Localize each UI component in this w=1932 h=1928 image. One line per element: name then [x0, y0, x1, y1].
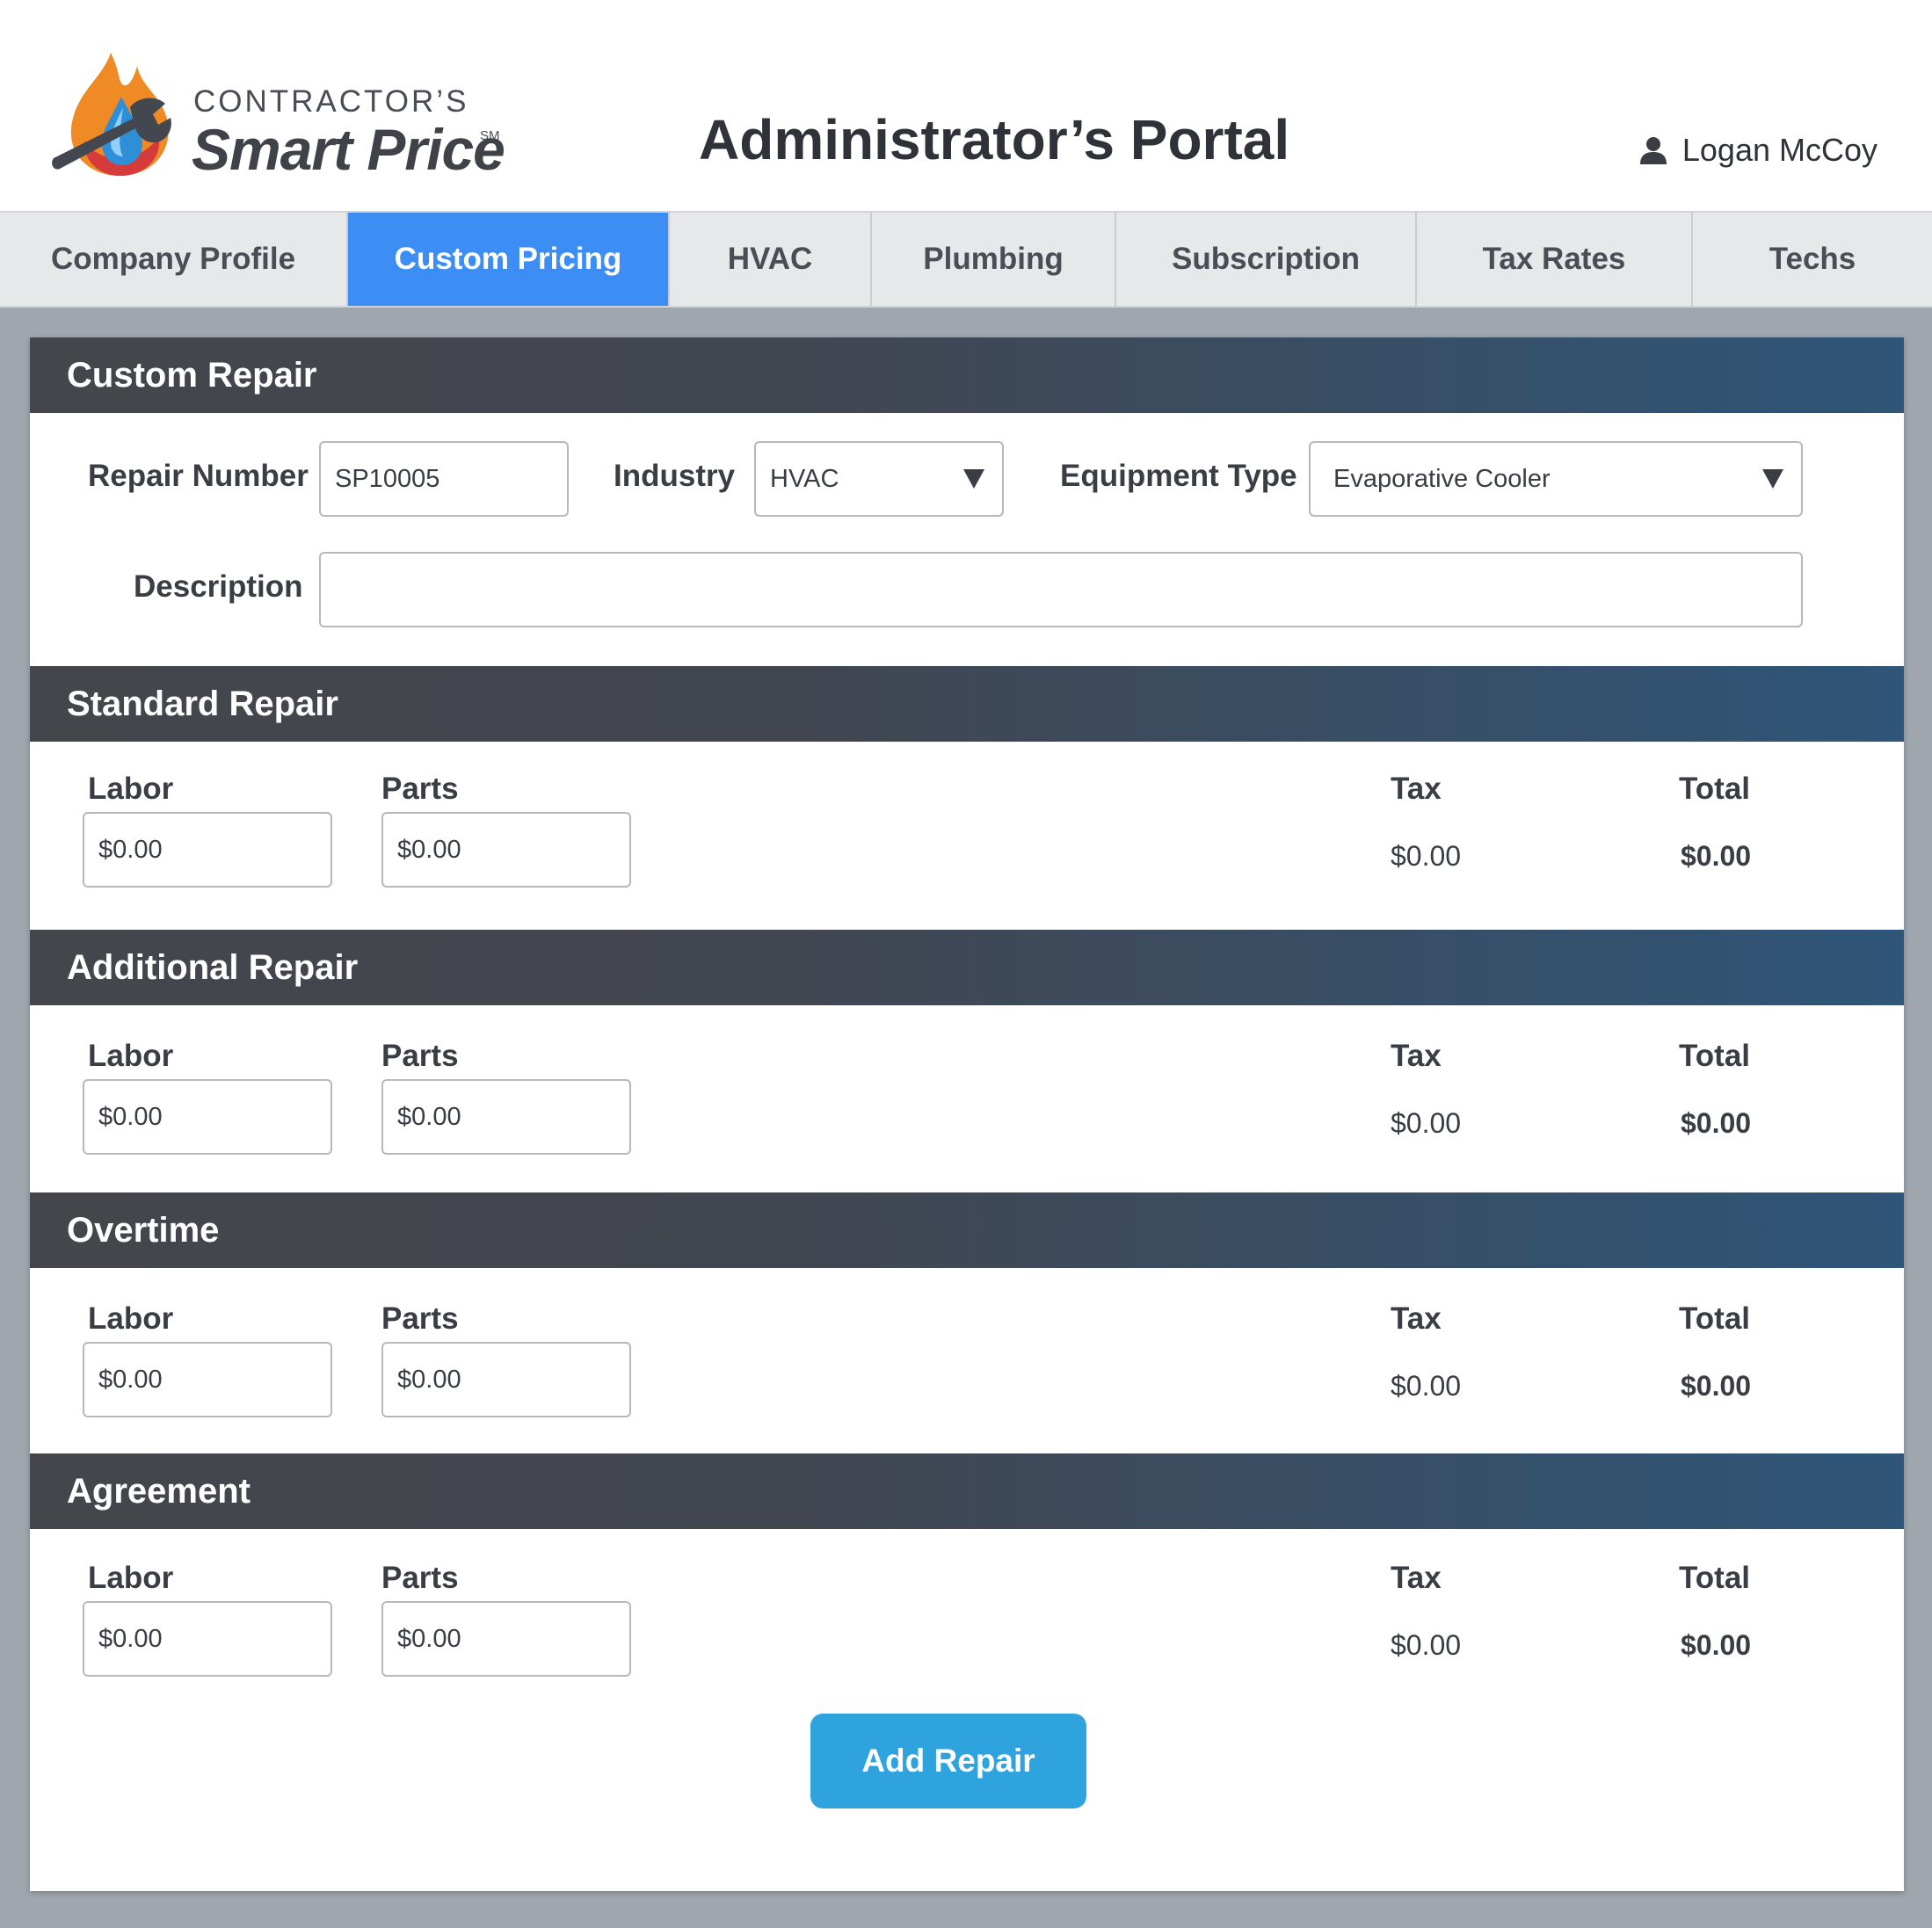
equipment-type-select[interactable]: Evaporative Cooler	[1309, 441, 1803, 517]
tab-tax-rates[interactable]: Tax Rates	[1417, 213, 1693, 306]
parts-label: Parts	[381, 1561, 459, 1595]
tab-company-profile[interactable]: Company Profile	[0, 213, 348, 306]
overtime-tax-value: $0.00	[1391, 1370, 1462, 1402]
tab-techs[interactable]: Techs	[1693, 213, 1932, 306]
overtime-labor-input[interactable]: $0.00	[83, 1342, 332, 1417]
tab-subscription[interactable]: Subscription	[1116, 213, 1417, 306]
standard-total-value: $0.00	[1681, 840, 1752, 872]
industry-label: Industry	[614, 459, 736, 493]
agreement-tax-value: $0.00	[1391, 1629, 1462, 1661]
brand-logo[interactable]: CONTRACTOR’S Smart Price SM	[49, 44, 506, 185]
total-label: Total	[1679, 1039, 1751, 1073]
overtime-total-value: $0.00	[1681, 1370, 1752, 1402]
standard-parts-input[interactable]: $0.00	[381, 812, 631, 888]
user-menu[interactable]: Logan McCoy	[1639, 132, 1878, 169]
equipment-type-selected-value: Evaporative Cooler	[1333, 464, 1551, 493]
labor-label: Labor	[88, 1039, 174, 1073]
description-input[interactable]	[319, 552, 1803, 627]
equipment-type-label: Equipment Type	[1060, 459, 1297, 493]
custom-pricing-panel: Custom Repair Repair Number SP10005 Indu…	[30, 337, 1904, 1891]
parts-label: Parts	[381, 1039, 459, 1073]
parts-label: Parts	[381, 1301, 459, 1336]
main-tabs: Company Profile Custom Pricing HVAC Plum…	[0, 211, 1932, 308]
tax-label: Tax	[1391, 1561, 1442, 1595]
brand-service-mark: SM	[480, 128, 500, 143]
additional-tax-value: $0.00	[1391, 1107, 1462, 1139]
section-header-custom-repair: Custom Repair	[30, 337, 1904, 413]
tab-hvac[interactable]: HVAC	[670, 213, 872, 306]
repair-number-input[interactable]: SP10005	[319, 441, 569, 517]
industry-selected-value: HVAC	[770, 464, 839, 493]
standard-tax-value: $0.00	[1391, 840, 1462, 872]
user-name: Logan McCoy	[1681, 132, 1878, 168]
page-title: Administrator’s Portal	[699, 108, 1290, 171]
user-icon	[1639, 137, 1667, 164]
agreement-total-value: $0.00	[1681, 1629, 1752, 1661]
repair-number-label: Repair Number	[88, 459, 309, 493]
total-label: Total	[1679, 772, 1751, 806]
agreement-parts-input[interactable]: $0.00	[381, 1601, 631, 1677]
additional-parts-input[interactable]: $0.00	[381, 1079, 631, 1155]
tab-custom-pricing[interactable]: Custom Pricing	[348, 213, 670, 306]
labor-label: Labor	[88, 1561, 174, 1595]
standard-labor-input[interactable]: $0.00	[83, 812, 332, 888]
tax-label: Tax	[1391, 1301, 1442, 1336]
tax-label: Tax	[1391, 772, 1442, 806]
total-label: Total	[1679, 1301, 1751, 1336]
chevron-down-icon	[1762, 469, 1783, 489]
parts-label: Parts	[381, 772, 459, 806]
additional-total-value: $0.00	[1681, 1107, 1752, 1139]
add-repair-button[interactable]: Add Repair	[810, 1714, 1086, 1808]
industry-select[interactable]: HVAC	[754, 441, 1004, 517]
description-label: Description	[134, 569, 303, 604]
wrench-flame-drop-icon	[52, 53, 171, 177]
tab-plumbing[interactable]: Plumbing	[872, 213, 1116, 306]
section-header-standard-repair: Standard Repair	[30, 666, 1904, 742]
section-header-agreement: Agreement	[30, 1453, 1904, 1529]
section-header-overtime: Overtime	[30, 1192, 1904, 1268]
labor-label: Labor	[88, 1301, 174, 1336]
section-header-additional-repair: Additional Repair	[30, 930, 1904, 1005]
agreement-labor-input[interactable]: $0.00	[83, 1601, 332, 1677]
additional-labor-input[interactable]: $0.00	[83, 1079, 332, 1155]
overtime-parts-input[interactable]: $0.00	[381, 1342, 631, 1417]
chevron-down-icon	[963, 469, 984, 489]
total-label: Total	[1679, 1561, 1751, 1595]
app-header: CONTRACTOR’S Smart Price SM Administrato…	[0, 0, 1932, 211]
brand-top-line: CONTRACTOR’S	[193, 84, 469, 119]
labor-label: Labor	[88, 772, 174, 806]
brand-main-line: Smart Price	[192, 117, 505, 182]
tax-label: Tax	[1391, 1039, 1442, 1073]
